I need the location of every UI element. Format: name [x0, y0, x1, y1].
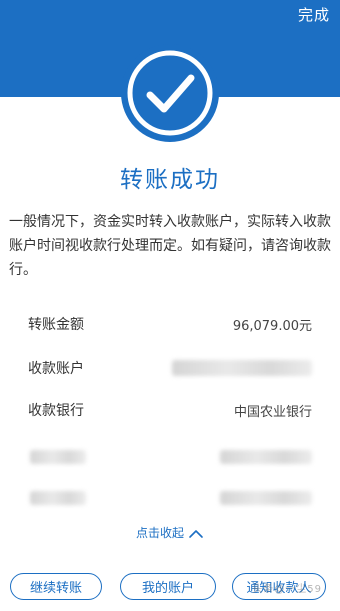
- collapse-label: 点击收起: [135, 526, 184, 540]
- masked-label: [30, 491, 86, 505]
- masked-value: [220, 450, 312, 464]
- detail-label: 转账金额: [28, 317, 84, 333]
- detail-label: 收款银行: [28, 403, 84, 419]
- my-account-label: 我的账户: [141, 581, 194, 596]
- continue-transfer-label: 继续转账: [29, 581, 82, 596]
- masked-value: [220, 491, 312, 505]
- detail-row-amount: 转账金额 96,079.00元: [28, 313, 312, 335]
- detail-label: 收款账户: [28, 361, 84, 377]
- masked-detail-row: [30, 450, 312, 464]
- masked-label: [30, 450, 86, 464]
- success-description: 一般情况下，资金实时转入收款账户，实际转入收款账户时间视收款行处理而定。如有疑问…: [9, 214, 331, 278]
- chevron-up-icon: [189, 530, 203, 538]
- transfer-amount: 96,079.00元: [232, 318, 312, 334]
- detail-row-bank: 收款银行 中国农业银行: [28, 399, 312, 421]
- my-account-button[interactable]: 我的账户: [120, 573, 216, 600]
- payee-bank: 中国农业银行: [233, 404, 312, 420]
- watermark: 头条@一尘59: [252, 584, 322, 595]
- check-circle-icon: [121, 44, 219, 142]
- continue-transfer-button[interactable]: 继续转账: [10, 573, 102, 600]
- success-title: 转账成功: [120, 167, 220, 193]
- detail-row-account: 收款账户: [28, 357, 312, 379]
- masked-detail-row: [30, 491, 312, 505]
- done-button[interactable]: 完成: [298, 4, 330, 25]
- collapse-link[interactable]: 点击收起: [0, 524, 340, 541]
- masked-account-number: [172, 360, 312, 376]
